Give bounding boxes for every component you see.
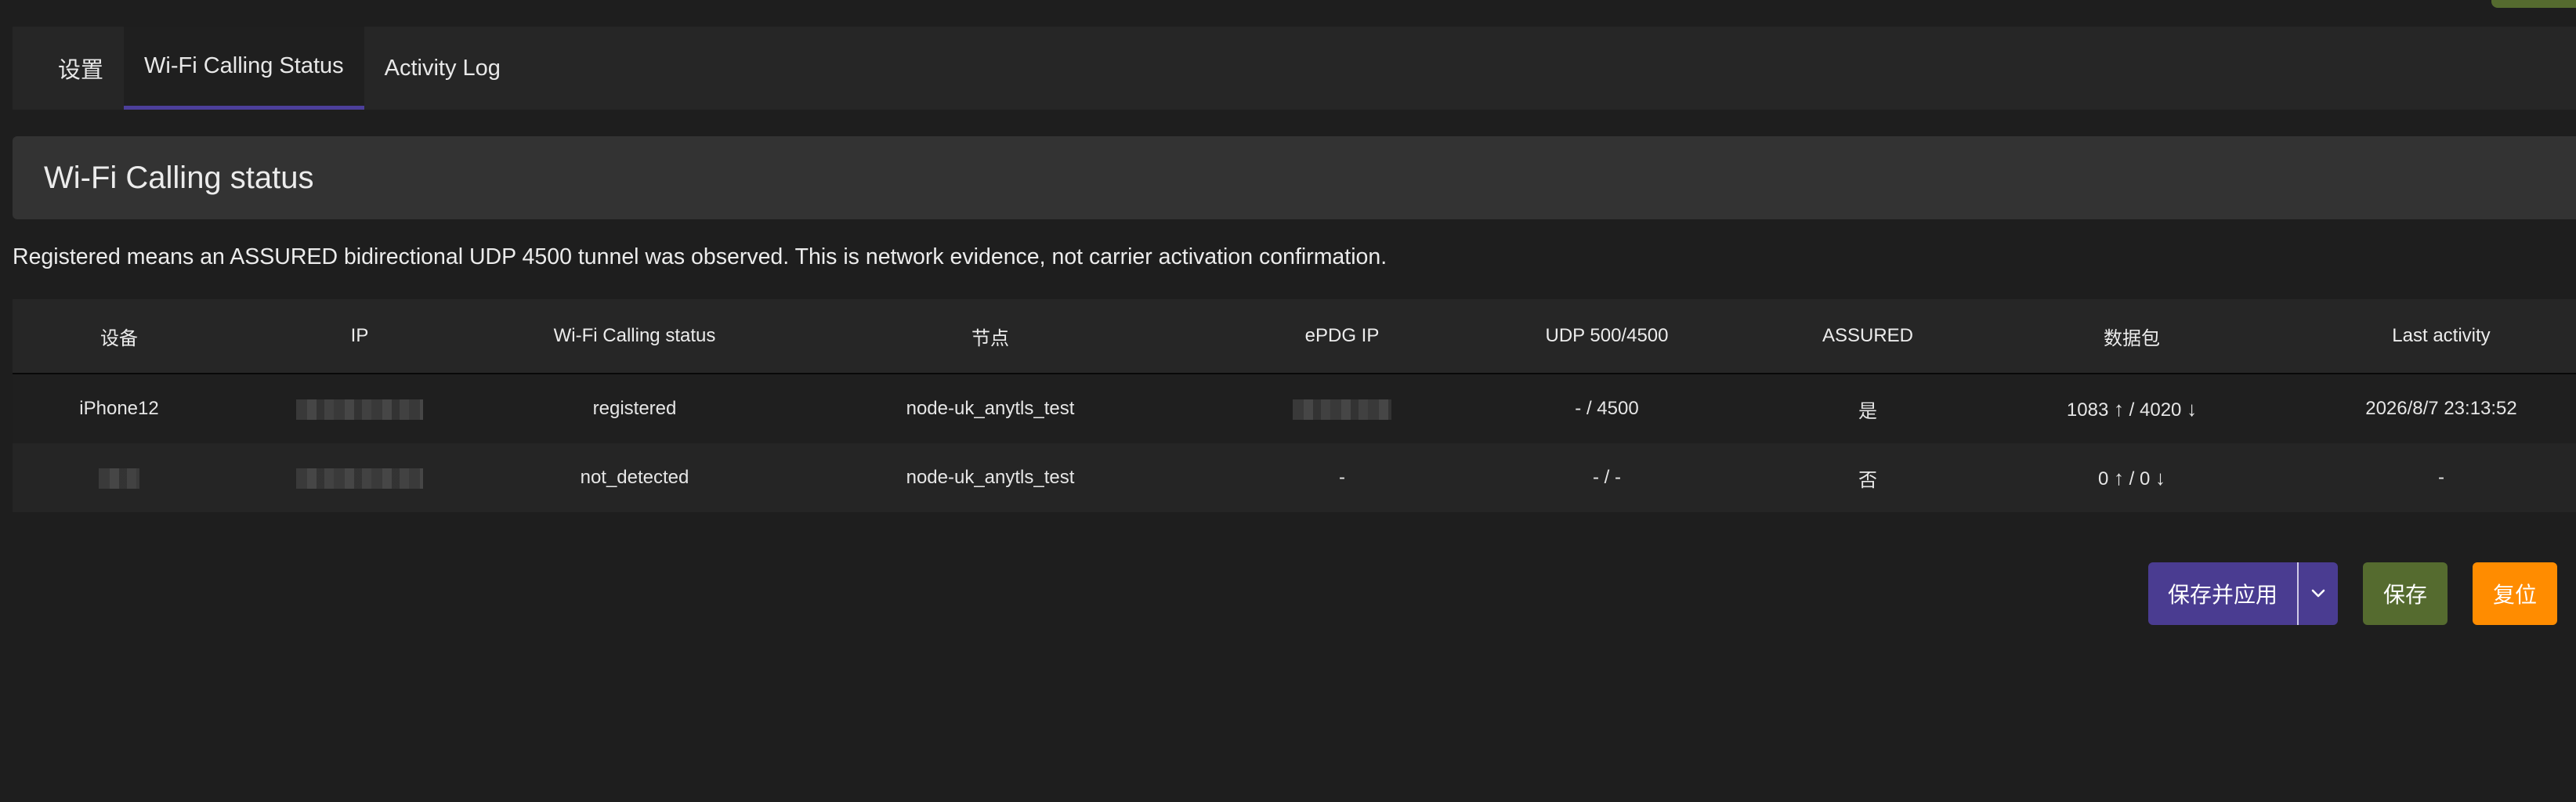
cell-assured: 否	[1858, 469, 1877, 491]
cell-node: node-uk_anytls_test	[906, 467, 1075, 488]
cell-device: iPhone12	[79, 398, 159, 419]
save-apply-button[interactable]: 保存并应用	[2148, 562, 2297, 625]
cell-epdg-ip: -	[1339, 467, 1345, 488]
packets-separator: /	[2129, 468, 2135, 490]
arrow-down-icon: ↓	[2155, 465, 2166, 490]
cell-udp: - / 4500	[1575, 398, 1639, 419]
redacted-ip	[296, 399, 423, 420]
arrow-down-icon: ↓	[2187, 396, 2198, 421]
cell-device	[13, 467, 226, 489]
arrow-up-icon: ↑	[2113, 465, 2124, 490]
tab-activity-log[interactable]: Activity Log	[364, 27, 521, 110]
reset-button[interactable]: 复位	[2473, 562, 2557, 625]
cell-status: registered	[592, 398, 677, 419]
header-packets[interactable]: 数据包	[2001, 323, 2263, 350]
redacted-ip	[296, 468, 423, 489]
packets-down: 4020	[2140, 399, 2182, 421]
header-udp[interactable]: UDP 500/4500	[1479, 325, 1735, 347]
status-table: 设备 IP Wi-Fi Calling status 节点 ePDG IP UD…	[13, 299, 2576, 512]
arrow-up-icon: ↑	[2113, 396, 2124, 421]
redacted-device	[99, 468, 139, 489]
section-description: Registered means an ASSURED bidirectiona…	[13, 244, 1387, 269]
header-epdg-ip[interactable]: ePDG IP	[1205, 325, 1479, 347]
header-last-activity[interactable]: Last activity	[2263, 325, 2576, 347]
redacted-epdg-ip	[1293, 399, 1391, 420]
tab-wifi-calling-status[interactable]: Wi-Fi Calling Status	[124, 27, 364, 110]
chevron-down-icon	[2311, 589, 2325, 598]
cell-last-activity: 2026/8/7 23:13:52	[2365, 398, 2517, 419]
cell-status: not_detected	[580, 467, 689, 488]
save-apply-button-group: 保存并应用	[2148, 562, 2338, 625]
header-node[interactable]: 节点	[776, 323, 1205, 350]
header-assured[interactable]: ASSURED	[1735, 325, 2001, 347]
packets-up: 0	[2097, 468, 2109, 490]
packets-down: 0	[2140, 468, 2151, 490]
cell-ip	[226, 398, 494, 420]
header-ip[interactable]: IP	[226, 325, 494, 347]
section-title: Wi-Fi Calling status	[44, 160, 314, 195]
cell-last-activity: -	[2438, 467, 2444, 488]
packets-up: 1083	[2066, 399, 2109, 421]
cell-packets: 1083 ↑ / 4020 ↓	[2001, 397, 2263, 421]
save-button[interactable]: 保存	[2363, 562, 2448, 625]
table-row: iPhone12 registered node-uk_anytls_test …	[13, 374, 2576, 443]
cell-node: node-uk_anytls_test	[906, 398, 1075, 419]
save-apply-dropdown-button[interactable]	[2299, 562, 2338, 625]
cell-ip	[226, 467, 494, 489]
top-accent-bar	[2491, 0, 2576, 8]
cell-packets: 0 ↑ / 0 ↓	[2001, 466, 2263, 490]
header-wifi-calling-status[interactable]: Wi-Fi Calling status	[494, 325, 776, 347]
table-header-row: 设备 IP Wi-Fi Calling status 节点 ePDG IP UD…	[13, 299, 2576, 374]
section-header: Wi-Fi Calling status	[13, 136, 2576, 219]
cell-epdg-ip	[1205, 398, 1479, 420]
cell-udp: - / -	[1593, 467, 1621, 488]
table-row: not_detected node-uk_anytls_test - - / -…	[13, 443, 2576, 512]
tab-bar: 设置 Wi-Fi Calling Status Activity Log	[13, 27, 2576, 110]
page: 设置 Wi-Fi Calling Status Activity Log Wi-…	[0, 0, 2576, 802]
cell-assured: 是	[1858, 400, 1877, 422]
header-device[interactable]: 设备	[13, 323, 226, 350]
tab-settings[interactable]: 设置	[13, 27, 124, 110]
packets-separator: /	[2129, 399, 2135, 421]
